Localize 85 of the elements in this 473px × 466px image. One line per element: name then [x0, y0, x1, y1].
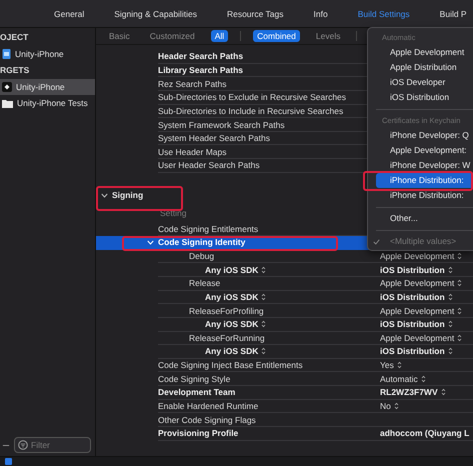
setting-value: iOS Distribution [380, 346, 445, 356]
setting-value: No [380, 401, 391, 412]
setting-name: Code Signing Style [158, 374, 230, 384]
chevron-down-icon [101, 192, 108, 198]
filter-field[interactable]: Filter [14, 437, 91, 453]
section-heading: OJECT [0, 31, 30, 44]
tab[interactable]: Signing & Capabilities [114, 8, 197, 18]
setting-name: Sub-Directories to Exclude in Recursive Searches [158, 92, 346, 102]
setting-name: System Framework Search Paths [158, 120, 285, 130]
setting-name: Any iOS SDK [205, 346, 258, 356]
filter-tab[interactable]: Customized [146, 30, 199, 42]
setting-name: Release [189, 278, 220, 288]
setting-value: Automatic [380, 374, 418, 384]
setting-name: Provisioning Profile [158, 428, 238, 438]
app-icon [2, 82, 12, 92]
setting-value: Apple Development [380, 306, 454, 316]
setting-name: Any iOS SDK [205, 319, 258, 330]
sidebar-item[interactable]: Unity-iPhone [0, 46, 95, 62]
setting-row[interactable]: Any iOS SDK iOS Distribution [96, 263, 473, 277]
document-icon [2, 49, 11, 59]
setting-name: Code Signing Entitlements [158, 224, 258, 234]
filter-icon [18, 440, 28, 450]
setting-name: ReleaseForProfiling [189, 306, 264, 316]
setting-row[interactable]: ReleaseForRunning Apple Development [96, 332, 473, 346]
setting-row[interactable]: Release Apple Development [96, 276, 473, 291]
setting-name: Code Signing Identity [158, 237, 246, 248]
setting-name: Sub-Directories to Include in Recursive Searches [158, 106, 344, 116]
menu-item[interactable]: Apple Development [376, 45, 473, 60]
setting-row[interactable]: ReleaseForProfiling Apple Development [96, 304, 473, 318]
setting-row[interactable]: Provisioning Profile adhoccom (Qiuyang L [96, 427, 473, 441]
setting-row[interactable]: Any iOS SDK iOS Distribution [96, 345, 473, 359]
section-heading: RGETS [0, 64, 30, 77]
filter-tab[interactable]: All [210, 30, 228, 42]
menu-item[interactable]: Apple Distribution [376, 60, 473, 75]
menu-item[interactable]: iOS Distribution [376, 90, 473, 105]
setting-name: Any iOS SDK [205, 264, 258, 275]
setting-row[interactable]: Code Signing Style Automatic [96, 372, 473, 386]
filter-tab[interactable]: Levels [312, 30, 344, 42]
folder-icon [2, 98, 13, 108]
filter-tab[interactable]: Combined [253, 30, 300, 42]
setting-name: Code Signing Inject Base Entitlements [158, 360, 303, 370]
setting-value: iOS Distribution [380, 319, 445, 330]
setting-value: Yes [380, 360, 394, 370]
setting-name: Any iOS SDK [205, 292, 258, 302]
tab[interactable]: Resource Tags [226, 8, 284, 18]
setting-row[interactable]: Other Code Signing Flags [96, 413, 473, 428]
setting-row[interactable]: Any iOS SDK iOS Distribution [96, 318, 473, 332]
setting-name: Enable Hardened Runtime [158, 401, 258, 412]
setting-value: Apple Development [380, 251, 454, 261]
setting-name: Other Code Signing Flags [158, 414, 256, 425]
setting-name: User Header Search Paths [158, 160, 260, 170]
setting-value: iOS Distribution [380, 292, 445, 302]
tab[interactable]: Build Settings [358, 8, 410, 18]
filter-tab[interactable]: Basic [105, 30, 134, 42]
menu-item[interactable]: iPhone Developer: W [376, 158, 473, 173]
setting-name: Debug [189, 251, 214, 261]
setting-name: System Header Search Paths [158, 133, 270, 144]
setting-row[interactable]: Any iOS SDK iOS Distribution [96, 290, 473, 304]
setting-name: ReleaseForRunning [189, 332, 265, 343]
setting-value: RL2WZ3F7WV [380, 387, 438, 398]
menu-item[interactable]: Apple Development: [376, 143, 473, 158]
sidebar-item[interactable]: Unity-iPhone [0, 79, 95, 95]
section-header[interactable]: Signing [96, 190, 144, 200]
status-icon [5, 458, 12, 465]
setting-row[interactable]: Code Signing Inject Base Entitlements Yes [96, 358, 473, 372]
tab[interactable]: General [54, 8, 84, 18]
setting-value: Apple Development [380, 278, 454, 288]
tab[interactable]: Info [314, 8, 328, 18]
sidebar-item[interactable]: Unity-iPhone Tests [0, 95, 95, 111]
setting-value: adhoccom (Qiuyang L [380, 428, 470, 438]
menu-item[interactable]: iPhone Distribution: [376, 188, 473, 203]
setting-name: Development Team [158, 387, 236, 398]
menu-item[interactable]: Other... [376, 211, 473, 226]
setting-name: Library Search Paths [158, 64, 244, 75]
setting-name: Header Search Paths [158, 51, 244, 62]
setting-row[interactable]: Development Team RL2WZ3F7WV [96, 386, 473, 400]
setting-name: Use Header Maps [158, 146, 227, 157]
setting-value: Apple Development [380, 332, 454, 343]
setting-value: iOS Distribution [380, 264, 445, 275]
setting-name: Rez Search Paths [158, 78, 227, 89]
setting-row[interactable]: Enable Hardened Runtime No [96, 400, 473, 414]
tab[interactable]: Build P [440, 8, 467, 18]
menu-item[interactable]: iOS Developer [376, 75, 473, 90]
menu-item[interactable]: iPhone Developer: Q [376, 128, 473, 143]
menu-item[interactable]: iPhone Distribution: [376, 173, 473, 188]
